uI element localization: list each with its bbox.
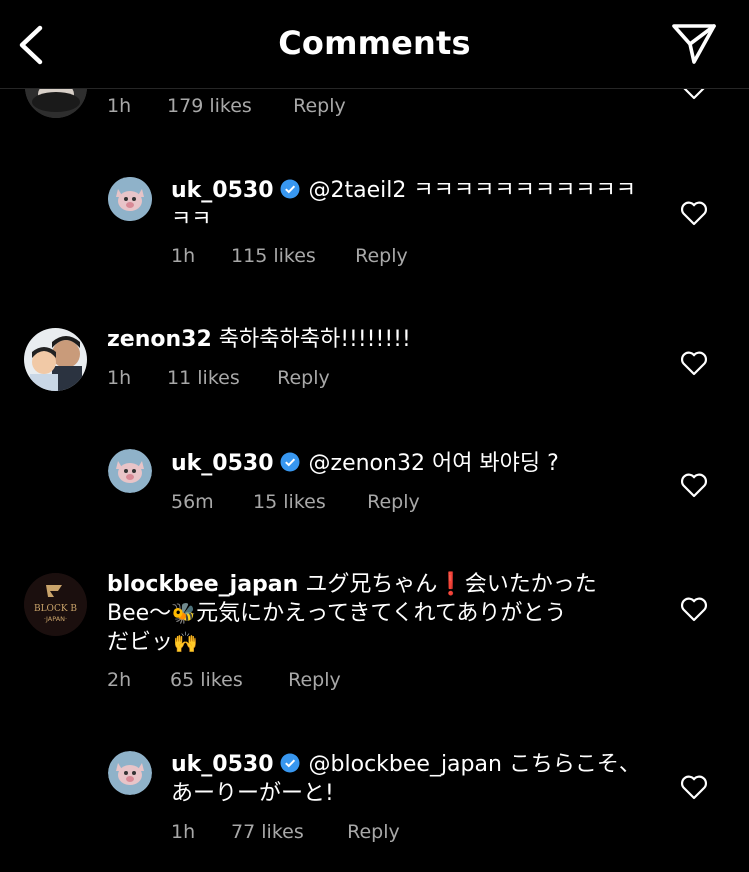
send-icon[interactable]: [668, 20, 720, 68]
comment-text: uk_0530 @blockbee_japan こちらこそ、あーりーがーと!: [171, 750, 641, 808]
reply-button[interactable]: Reply: [293, 95, 346, 117]
heart-icon[interactable]: [680, 200, 708, 226]
comment-username[interactable]: uk_0530: [171, 752, 274, 777]
blockb-logo-text: BLOCK B: [34, 604, 77, 614]
heart-icon[interactable]: [680, 350, 708, 376]
heart-icon[interactable]: [680, 596, 708, 622]
like-count[interactable]: 15 likes: [253, 491, 361, 513]
like-count[interactable]: 179 likes: [167, 95, 287, 117]
verified-badge-icon: [280, 452, 300, 472]
comment-body: @zenon32 어여 봐야딩 ?: [308, 451, 559, 476]
comment-text: uk_0530 @zenon32 어여 봐야딩 ?: [171, 449, 641, 478]
comment-time: 1h: [107, 95, 132, 117]
avatar[interactable]: [108, 177, 152, 221]
like-count[interactable]: 115 likes: [231, 245, 349, 267]
comment-body-part: ユグ兄ちゃん: [305, 572, 438, 597]
like-count[interactable]: 65 likes: [170, 669, 282, 691]
comment-meta: 1h 115 likes Reply: [171, 245, 408, 267]
comment-line-1: blockbee_japan ユグ兄ちゃん❗会いたかった: [107, 570, 652, 599]
comment-text: blockbee_japan ユグ兄ちゃん❗会いたかった Bee～🐝元気にかえっ…: [107, 570, 652, 657]
bee-emoji-icon: 🐝: [171, 601, 197, 625]
comment-text: uk_0530 @2taeil2 ㅋㅋㅋㅋㅋㅋㅋㅋㅋㅋㅋ ㅋㅋ: [171, 176, 641, 234]
like-count[interactable]: 11 likes: [167, 367, 271, 389]
heart-icon[interactable]: [680, 472, 708, 498]
comment-meta: 1h 11 likes Reply: [107, 367, 330, 389]
comment-line-3: だビッ🙌: [107, 628, 652, 657]
comment-body-part: 元気にかえってきてくれてありがとう: [196, 601, 567, 626]
avatar[interactable]: [24, 328, 87, 391]
comment-time: 1h: [171, 245, 196, 267]
comment-time: 2h: [107, 669, 132, 691]
comment-meta: 56m 15 likes Reply: [171, 491, 420, 513]
comment-time: 1h: [171, 821, 196, 843]
heart-icon[interactable]: [680, 774, 708, 800]
raising-hands-emoji-icon: 🙌: [173, 630, 198, 654]
comment-body: 축하축하축하!!!!!!!!: [218, 327, 411, 352]
comment-username[interactable]: uk_0530: [171, 451, 274, 476]
avatar[interactable]: BLOCK B ·JAPAN·: [24, 573, 87, 636]
avatar[interactable]: [108, 751, 152, 795]
comment-username[interactable]: blockbee_japan: [107, 572, 298, 597]
reply-button[interactable]: Reply: [277, 367, 330, 389]
comment-username[interactable]: zenon32: [107, 327, 212, 352]
reply-button[interactable]: Reply: [347, 821, 400, 843]
comment-username[interactable]: uk_0530: [171, 178, 274, 203]
comment-text: zenon32 축하축하축하!!!!!!!!: [107, 325, 647, 354]
comments-header: Comments: [0, 0, 749, 89]
comment-meta: 2h 65 likes Reply: [107, 669, 341, 691]
comment-body-part: 会いたかった: [464, 572, 597, 597]
comment-body-part: だビッ: [107, 630, 174, 655]
comment-meta: 1h 179 likes Reply: [107, 95, 346, 117]
comment-time: 56m: [171, 491, 214, 513]
reply-button[interactable]: Reply: [367, 491, 420, 513]
verified-badge-icon: [280, 179, 300, 199]
comment-line-2: Bee～🐝元気にかえってきてくれてありがとう: [107, 599, 652, 628]
comment-time: 1h: [107, 367, 132, 389]
exclamation-emoji-icon: ❗: [437, 572, 465, 597]
reply-button[interactable]: Reply: [355, 245, 408, 267]
comment-body-part: Bee～: [107, 601, 172, 626]
blockb-logo-sub: ·JAPAN·: [44, 615, 67, 623]
like-count[interactable]: 77 likes: [231, 821, 341, 843]
page-title: Comments: [278, 24, 471, 62]
avatar[interactable]: [108, 449, 152, 493]
verified-badge-icon: [280, 753, 300, 773]
reply-button[interactable]: Reply: [288, 669, 341, 691]
comment-meta: 1h 77 likes Reply: [171, 821, 400, 843]
